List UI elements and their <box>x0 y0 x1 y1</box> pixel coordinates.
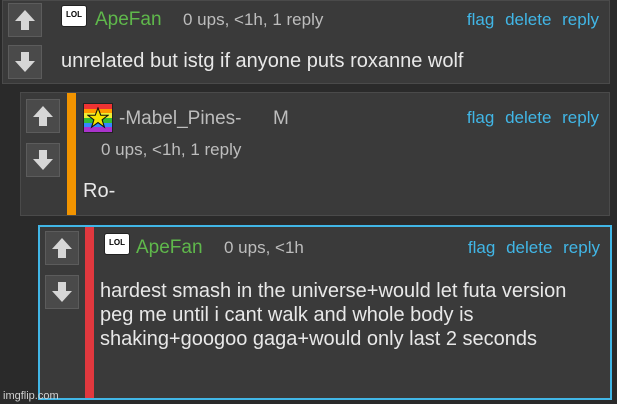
downvote-button[interactable] <box>45 275 79 309</box>
imgflip-watermark: imgflip.com <box>3 390 59 402</box>
lol-badge-icon: LOL <box>104 233 130 255</box>
comment-accent-bar <box>67 93 76 215</box>
up-arrow-icon <box>15 10 35 30</box>
comment-actions: flag delete reply <box>461 108 599 128</box>
comment-meta: 0 ups, <1h <box>224 238 304 257</box>
comment-actions: flag delete reply <box>462 238 600 258</box>
up-arrow-icon <box>52 238 72 258</box>
downvote-button[interactable] <box>26 143 60 177</box>
reply-link[interactable]: reply <box>562 10 599 29</box>
comment-body: unrelated but istg if anyone puts roxann… <box>61 50 464 72</box>
lol-badge-icon: LOL <box>61 5 87 27</box>
comment-meta: 0 ups, <1h, 1 reply <box>183 10 324 29</box>
delete-link[interactable]: delete <box>505 108 551 127</box>
upvote-button[interactable] <box>8 3 42 37</box>
rainbow-star-avatar-icon <box>83 103 113 133</box>
username-link[interactable]: ApeFan <box>95 9 162 31</box>
flag-link[interactable]: flag <box>467 108 494 127</box>
delete-link[interactable]: delete <box>505 10 551 29</box>
upvote-button[interactable] <box>26 99 60 133</box>
comment-1: LOL ApeFan 0 ups, <1h, 1 reply flag dele… <box>2 0 610 84</box>
username-link[interactable]: ApeFan <box>136 237 203 259</box>
down-arrow-icon <box>33 150 53 170</box>
delete-link[interactable]: delete <box>506 238 552 257</box>
comment-actions: flag delete reply <box>461 10 599 30</box>
reply-link[interactable]: reply <box>563 238 600 257</box>
comment-body: hardest smash in the universe+would let … <box>100 280 567 350</box>
star-icon <box>87 107 109 129</box>
username-link[interactable]: -Mabel_Pines- <box>119 108 242 130</box>
comment-2: -Mabel_Pines- M 0 ups, <1h, 1 reply flag… <box>20 92 610 216</box>
flag-link[interactable]: flag <box>468 238 495 257</box>
down-arrow-icon <box>52 282 72 302</box>
downvote-button[interactable] <box>8 45 42 79</box>
upvote-button[interactable] <box>45 231 79 265</box>
mod-tag: M <box>273 108 289 129</box>
reply-link[interactable]: reply <box>562 108 599 127</box>
comment-body: Ro- <box>83 180 116 202</box>
comment-3: LOL ApeFan 0 ups, <1h flag delete reply … <box>38 225 612 400</box>
comment-accent-bar <box>85 227 94 398</box>
up-arrow-icon <box>33 106 53 126</box>
comment-meta: 0 ups, <1h, 1 reply <box>101 140 242 159</box>
down-arrow-icon <box>15 52 35 72</box>
flag-link[interactable]: flag <box>467 10 494 29</box>
